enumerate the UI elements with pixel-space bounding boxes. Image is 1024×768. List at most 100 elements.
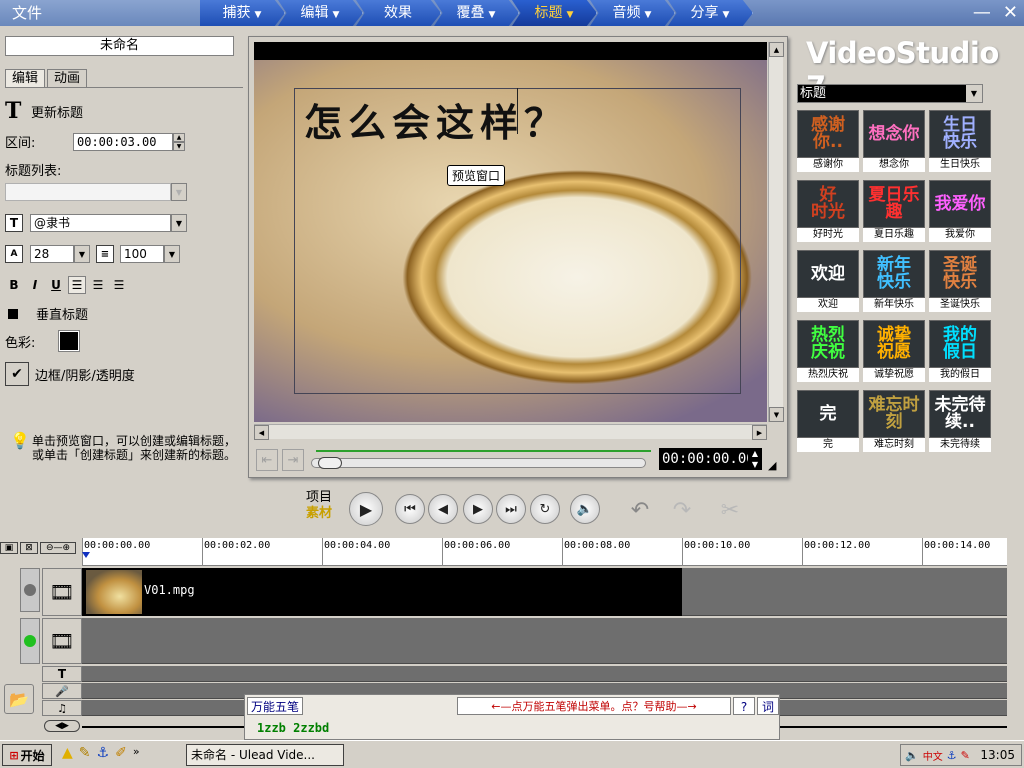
tab-animation[interactable]: 动画 [47,69,88,87]
step-tab-3[interactable]: 覆叠 ▼ [434,0,519,26]
library-title-item[interactable]: 欢迎 欢迎 [797,250,859,312]
step-tab-0[interactable]: 捕获 ▼ [200,0,285,26]
library-title-item[interactable]: 感谢 你.. 感谢你 [797,110,859,172]
open-folder-icon[interactable]: 📂 [4,684,34,714]
title-text[interactable]: 怎么会这样？ [304,92,568,147]
chevron-down-icon[interactable]: ▼ [171,214,187,232]
video-track[interactable]: V01.mpg [82,568,1007,616]
triangle-icon[interactable]: ▲ [62,745,73,761]
timeline-ruler[interactable]: 00:00:00.00 00:00:02.00 00:00:04.00 00:00:0… [82,538,1007,566]
undo-icon[interactable]: ↶ [625,496,655,524]
capture-video-icon[interactable] [20,568,40,612]
title-list-select[interactable] [5,183,171,201]
library-title-item[interactable]: 生日 快乐 生日快乐 [929,110,991,172]
scissors-icon[interactable]: ✂ [715,496,745,524]
home-icon[interactable]: ⏮ [395,494,425,524]
trim-end-icon[interactable]: ⇥ [282,449,304,471]
mode-clip[interactable]: 素材 [306,506,332,522]
align-center-icon[interactable]: ☰ [89,276,107,294]
library-title-item[interactable]: 未完待续.. 未完待续 [929,390,991,452]
chevron-down-icon[interactable]: ▼ [164,245,180,263]
font-select[interactable]: @隶书 [30,214,171,232]
track-active-icon[interactable] [20,618,40,664]
storyboard-view-icon[interactable]: ▣ [0,542,18,554]
underline-button[interactable]: U [47,276,65,294]
volume-icon[interactable]: 🔈 [570,494,600,524]
close-button[interactable]: ✕ [1003,2,1018,24]
library-title-item[interactable]: 想念你 想念你 [863,110,925,172]
vertical-scrollbar[interactable]: ▲ ▼ [768,42,784,422]
playhead-marker[interactable] [82,552,90,558]
update-title-row[interactable]: T 更新标题 [5,98,83,124]
library-title-item[interactable]: 热烈 庆祝 热烈庆祝 [797,320,859,382]
project-name-field[interactable]: 未命名 [5,36,234,56]
file-menu[interactable]: 文件 [0,0,200,26]
library-title-item[interactable]: 我爱你 我爱你 [929,180,991,242]
repeat-icon[interactable]: ↻ [530,494,560,524]
redo-icon[interactable]: ↷ [667,496,697,524]
library-title-item[interactable]: 夏日乐趣 夏日乐趣 [863,180,925,242]
preview-window[interactable]: 怎么会这样？ 预览窗口 [254,42,767,422]
pencil-icon[interactable]: ✎ [961,749,970,762]
library-title-item[interactable]: 难忘时刻 难忘时刻 [863,390,925,452]
minimize-button[interactable]: — [973,2,991,24]
scroll-down-icon[interactable]: ▼ [769,407,784,422]
italic-button[interactable]: I [26,276,44,294]
end-icon[interactable]: ⏭ [496,494,526,524]
anchor-icon[interactable]: ⚓ [97,745,110,761]
border-shadow-row[interactable]: ✔ 边框/阴影/透明度 [5,362,135,386]
library-category-select[interactable]: 标题 ▼ [797,84,983,103]
library-title-item[interactable]: 好 时光 好时光 [797,180,859,242]
step-tab-4[interactable]: 标题 ▼ [512,0,597,26]
step-tab-1[interactable]: 编辑 ▼ [278,0,363,26]
align-right-icon[interactable]: ☰ [110,276,128,294]
library-title-item[interactable]: 完完 [797,390,859,452]
zoom-icon[interactable]: ⊖—⊕ [40,542,76,554]
library-title-item[interactable]: 我的 假日 我的假日 [929,320,991,382]
scroll-left-icon[interactable]: ◀ [254,425,269,440]
ime-word-button[interactable]: 词 [757,697,779,715]
color-swatch[interactable] [58,330,80,352]
timecode-display[interactable]: 00:00:00.00 [659,448,755,470]
taskbar-item-videostudio[interactable]: 未命名 - Ulead Vide... [186,744,344,766]
title-track[interactable] [82,666,1007,682]
library-title-item[interactable]: 圣诞 快乐 圣诞快乐 [929,250,991,312]
scroll-up-icon[interactable]: ▲ [769,42,784,57]
ime-help-button[interactable]: ? [733,697,755,715]
ime-lang-icon[interactable]: 中文 [923,748,943,763]
start-button[interactable]: ⊞ 开始 [2,744,52,766]
vertical-checkbox[interactable] [8,308,18,319]
previous-frame-icon[interactable]: ◀ [428,494,458,524]
duration-spinner[interactable]: ▲ ▼ [173,132,185,151]
overlay-track[interactable] [82,618,1007,664]
pencil-icon[interactable]: ✎ [79,745,91,761]
font-size-select[interactable]: 28 [30,245,74,263]
checklist-icon[interactable]: ✔ [5,362,29,386]
jog-slider[interactable] [311,457,646,469]
step-tab-6[interactable]: 分享 ▼ [668,0,753,26]
library-title-item[interactable]: 诚挚 祝愿 诚挚祝愿 [863,320,925,382]
trim-start-icon[interactable]: ⇤ [256,449,278,471]
anchor-icon[interactable]: ⚓ [947,749,957,762]
more-icon[interactable]: » [133,745,140,761]
library-title-item[interactable]: 新年 快乐 新年快乐 [863,250,925,312]
scroll-right-icon[interactable]: ▶ [752,425,767,440]
mode-project[interactable]: 项目 [306,490,332,506]
vertical-title-row[interactable]: 垂直标题 [5,304,88,323]
timecode-spinner[interactable]: ▲ ▼ [748,448,762,470]
align-left-icon[interactable]: ☰ [68,276,86,294]
tab-edit[interactable]: 编辑 [5,69,46,87]
slider-knob[interactable] [318,457,342,469]
play-icon[interactable]: ▶ [349,492,383,526]
scroll-arrows-icon[interactable]: ◀▶ [44,720,80,732]
speaker-icon[interactable]: 🔈 [905,749,919,762]
chevron-down-icon[interactable]: ▼ [74,245,90,263]
line-spacing-select[interactable]: 100 [120,245,164,263]
horizontal-scrollbar[interactable]: ◀ ▶ [254,424,767,440]
resize-grip-icon[interactable]: ◢ [768,459,776,472]
step-tab-5[interactable]: 音频 ▼ [590,0,675,26]
step-tab-2[interactable]: 效果 [356,0,441,26]
duration-input[interactable]: 00:00:03.00 [73,132,173,151]
ime-candidates[interactable]: 1zzb 2zzbd [257,721,329,735]
chevron-down-icon[interactable]: ▼ [171,183,187,201]
